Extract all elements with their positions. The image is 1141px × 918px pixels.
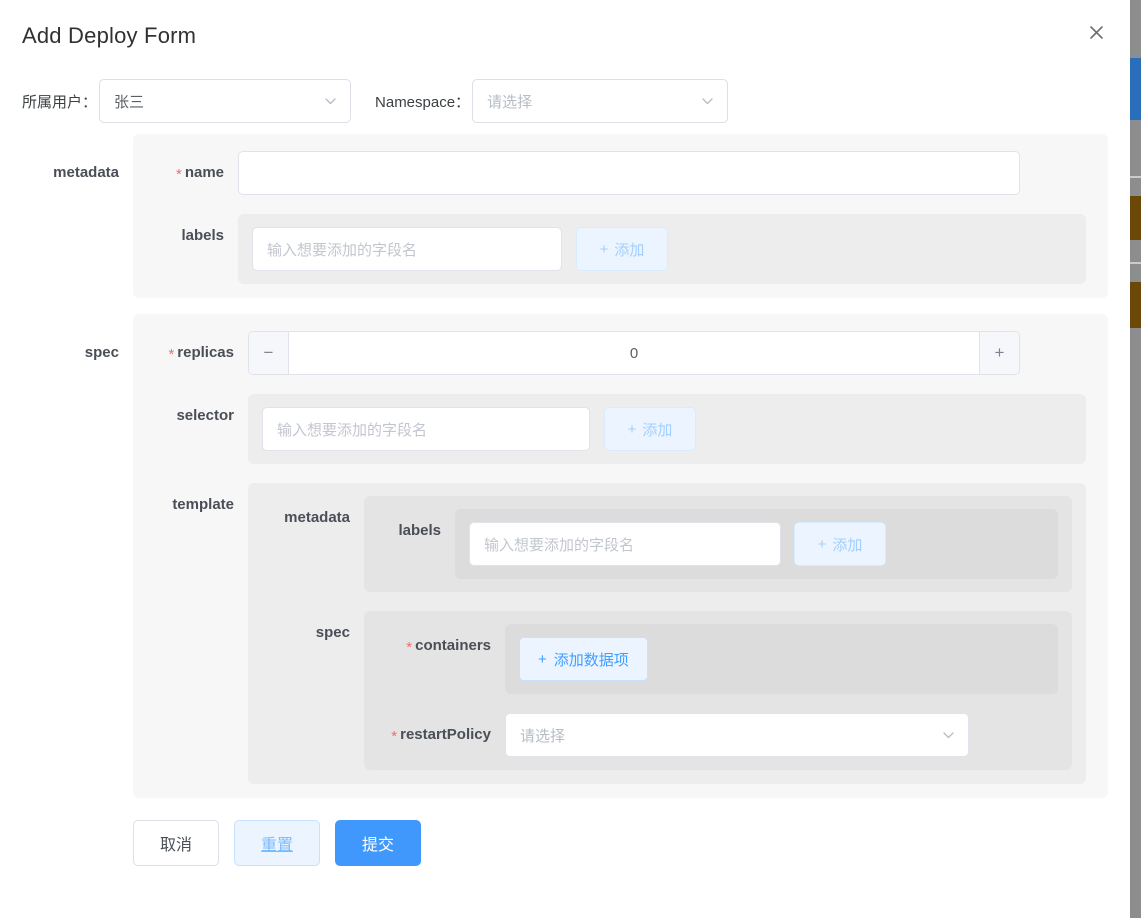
restartpolicy-select[interactable]: 请选择 [505, 713, 969, 757]
plus-icon: + [817, 535, 827, 553]
template-metadata-labels-add-label: 添加 [832, 536, 863, 554]
plus-icon: + [627, 420, 637, 438]
template-spec-label: spec [315, 624, 350, 641]
namespace-select-placeholder: 请选择 [487, 93, 533, 111]
spec-selector-row: selector 输入想要添加的字段名 + 添加 [133, 394, 1108, 464]
namespace-field: Namespace： 请选择 [375, 79, 729, 123]
metadata-name-row: * name [133, 151, 1108, 195]
namespace-label: Namespace： [375, 93, 471, 111]
reset-button[interactable]: 重置 [234, 820, 320, 866]
spec-replicas-label: * replicas [168, 344, 234, 363]
template-metadata-labels-row: labels 输入想要添加的字段名 + 添加 [378, 509, 1058, 579]
spec-section: spec * replicas − 0 + selector 输入想要添加的字段… [0, 314, 1130, 798]
containers-add-item-label: 添加数据项 [553, 651, 629, 669]
template-spec-containers-row: * containers + 添加数据项 [378, 624, 1058, 694]
cancel-button[interactable]: 取消 [133, 820, 219, 866]
template-metadata-labels-label: labels [398, 522, 441, 539]
close-icon[interactable] [1084, 20, 1108, 44]
metadata-section: metadata * name labels 输入想要添加的字段名 + 添加 [0, 134, 1130, 298]
metadata-labels-input[interactable]: 输入想要添加的字段名 [252, 227, 562, 271]
spec-selector-input[interactable]: 输入想要添加的字段名 [262, 407, 590, 451]
background-page-strip [1130, 0, 1141, 918]
spec-replicas-row: * replicas − 0 + [133, 331, 1108, 375]
spec-selector-label: selector [176, 407, 234, 424]
metadata-labels-add-label: 添加 [614, 241, 645, 259]
spec-selector-add-label: 添加 [642, 421, 673, 439]
template-metadata-labels-input[interactable]: 输入想要添加的字段名 [469, 522, 781, 566]
replicas-increment-button[interactable]: + [979, 332, 1019, 374]
user-field: 所属用户： 张三 [22, 79, 352, 123]
replicas-decrement-button[interactable]: − [249, 332, 289, 374]
add-deploy-form-dialog: Add Deploy Form 所属用户： 张三 Namespace： 请选择 [0, 0, 1130, 918]
user-select[interactable]: 张三 [99, 79, 352, 123]
background-divider-1 [1130, 176, 1141, 178]
spec-selector-add-button[interactable]: + 添加 [604, 407, 696, 451]
containers-add-item-button[interactable]: + 添加数据项 [519, 637, 648, 681]
user-select-value: 张三 [114, 93, 145, 111]
replicas-value-input[interactable]: 0 [289, 332, 979, 374]
plus-icon: + [538, 650, 547, 668]
metadata-labels-row: labels 输入想要添加的字段名 + 添加 [133, 214, 1108, 284]
metadata-labels-label: labels [181, 227, 224, 244]
spec-selector-placeholder: 输入想要添加的字段名 [277, 421, 428, 439]
metadata-name-input[interactable] [238, 151, 1020, 195]
spec-template-row: template metadata labels 输入想要添加的字段名 + 添加… [133, 483, 1108, 784]
background-blue-segment [1130, 58, 1141, 120]
background-divider-2 [1130, 262, 1141, 264]
required-marker: * [168, 346, 175, 363]
required-marker: * [406, 639, 413, 656]
template-metadata-labels-placeholder: 输入想要添加的字段名 [484, 536, 635, 554]
chevron-down-icon [323, 94, 338, 109]
restartpolicy-placeholder: 请选择 [520, 727, 566, 745]
template-spec-row: spec * containers + 添加数据项 * restartPolic… [248, 611, 1072, 770]
background-orange-segment-1 [1130, 196, 1141, 240]
spec-replicas-stepper[interactable]: − 0 + [248, 331, 1020, 375]
required-marker: * [391, 728, 398, 745]
submit-button[interactable]: 提交 [335, 820, 421, 866]
template-metadata-labels-add-button[interactable]: + 添加 [794, 522, 886, 566]
top-selectors-row: 所属用户： 张三 Namespace： 请选择 [0, 72, 1130, 130]
chevron-down-icon [941, 728, 956, 743]
chevron-down-icon [700, 94, 715, 109]
required-marker: * [175, 166, 182, 183]
page-title: Add Deploy Form [22, 23, 197, 48]
template-spec-restartpolicy-row: * restartPolicy 请选择 [378, 713, 1058, 757]
plus-icon: + [599, 240, 609, 258]
spec-card: * replicas − 0 + selector 输入想要添加的字段名 + 添… [133, 314, 1108, 798]
background-orange-segment-2 [1130, 282, 1141, 328]
template-spec-restartpolicy-label: * restartPolicy [391, 726, 491, 745]
template-spec-containers-label: * containers [406, 637, 491, 656]
spec-template-label: template [172, 496, 234, 513]
metadata-card: * name labels 输入想要添加的字段名 + 添加 [133, 134, 1108, 298]
template-metadata-row: metadata labels 输入想要添加的字段名 + 添加 [248, 496, 1072, 592]
metadata-labels-add-button[interactable]: + 添加 [576, 227, 668, 271]
spec-section-label: spec [84, 344, 119, 361]
metadata-section-label: metadata [53, 164, 119, 181]
metadata-labels-placeholder: 输入想要添加的字段名 [267, 241, 418, 259]
user-label: 所属用户： [22, 93, 98, 111]
template-metadata-label: metadata [284, 509, 350, 526]
dialog-header: Add Deploy Form [0, 0, 1130, 72]
metadata-name-label: * name [175, 164, 224, 183]
dialog-footer: 取消 重置 提交 [0, 820, 1130, 866]
namespace-select[interactable]: 请选择 [472, 79, 729, 123]
